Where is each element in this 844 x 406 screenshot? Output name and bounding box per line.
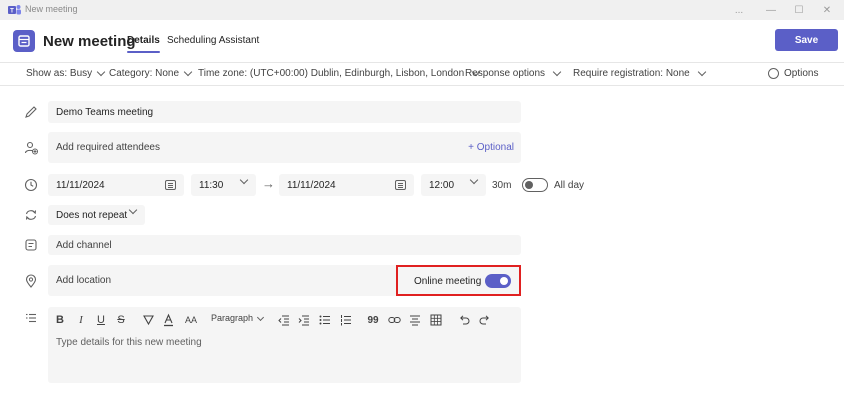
page-title: New meeting [43,33,136,50]
quote-button[interactable]: 99 [367,313,379,327]
time-zone-dropdown[interactable]: Time zone: (UTC+00:00) Dublin, Edinburgh… [198,67,481,79]
chevron-down-icon [239,175,249,185]
table-icon[interactable] [430,313,442,327]
chevron-down-icon [552,67,562,77]
more-icon[interactable]: ... [731,2,747,18]
calendar-icon [395,180,406,190]
options-button[interactable]: Options [768,68,818,79]
save-button[interactable]: Save [775,29,838,51]
gear-icon [768,68,779,79]
chevron-down-icon [256,313,265,321]
all-day-toggle[interactable] [522,178,548,192]
end-time-dropdown[interactable]: 12:00 [421,174,486,196]
link-icon[interactable] [388,313,401,327]
increase-indent-icon[interactable] [298,313,310,327]
close-button[interactable]: ✕ [819,2,835,18]
time-zone-label: Time zone: (UTC+00:00) Dublin, Edinburgh… [198,68,465,79]
start-time-dropdown[interactable]: 11:30 [191,174,256,196]
bold-button[interactable]: B [54,313,66,327]
window-title: New meeting [25,4,78,14]
align-center-icon[interactable] [409,313,421,327]
chevron-down-icon [697,67,706,77]
calendar-icon [165,180,176,190]
end-date-value: 11/11/2024 [287,179,336,191]
meeting-options-bar: Show as: Busy Category: None Time zone: … [0,62,844,86]
chevron-down-icon [128,205,138,215]
add-person-icon [24,141,38,155]
maximize-button[interactable]: ☐ [791,2,807,18]
online-meeting-label: Online meeting [414,276,482,287]
svg-text:T: T [10,9,14,15]
minimize-button[interactable]: — [763,2,779,18]
location-pin-icon [25,274,37,288]
undo-icon[interactable] [458,313,470,327]
all-day-label: All day [554,180,585,191]
clock-icon [24,178,38,192]
chevron-down-icon [96,67,106,77]
window-titlebar: T New meeting ... — ☐ ✕ [0,0,844,20]
tab-details[interactable]: Details [127,35,160,53]
calendar-icon [13,30,35,52]
text-description-icon [26,313,36,323]
chevron-down-icon [183,67,193,77]
decrease-indent-icon[interactable] [278,313,290,327]
response-options-label: Response options [465,68,546,79]
font-color-icon[interactable] [162,313,175,327]
repeat-icon [25,210,37,220]
highlight-icon[interactable] [142,313,155,327]
category-dropdown[interactable]: Category: None [109,67,193,79]
duration-label: 30m [492,180,512,191]
arrow-right-icon: → [262,176,275,191]
title-field[interactable]: Demo Teams meeting [48,101,521,123]
strikethrough-button[interactable]: S [115,313,127,327]
paragraph-label: Paragraph [211,313,254,323]
attendees-placeholder: Add required attendees [56,142,160,153]
numbered-list-icon[interactable] [340,313,352,327]
underline-button[interactable]: U [95,313,107,327]
online-meeting-toggle[interactable] [485,274,511,288]
attendees-field[interactable]: Add required attendees + Optional [48,132,521,163]
font-size-button[interactable]: AA [184,313,198,327]
start-time-value: 11:30 [199,179,224,191]
optional-attendees-link[interactable]: + Optional [468,132,514,163]
location-placeholder: Add location [56,275,112,286]
chevron-down-icon [469,175,479,185]
show-as-label: Show as: Busy [26,68,93,79]
teams-icon: T [8,5,21,15]
start-date-picker[interactable]: 11/11/2024 [48,174,184,196]
tab-scheduling-assistant[interactable]: Scheduling Assistant [167,35,259,46]
repeat-dropdown[interactable]: Does not repeat [48,205,145,225]
start-date-value: 11/11/2024 [56,179,105,191]
require-registration-dropdown[interactable]: Require registration: None [573,67,706,79]
end-date-picker[interactable]: 11/11/2024 [279,174,414,196]
repeat-value: Does not repeat [56,209,128,221]
options-label: Options [784,68,819,79]
channel-field[interactable]: Add channel [48,235,521,255]
italic-button[interactable]: I [75,313,87,327]
channel-icon [25,239,37,251]
require-registration-label: Require registration: None [573,68,690,79]
details-placeholder: Type details for this new meeting [56,337,202,348]
category-label: Category: None [109,68,180,79]
meeting-header: New meeting Details Scheduling Assistant… [0,20,844,62]
details-editor[interactable]: B I U S AA Paragraph 99 Type details for… [48,307,521,383]
end-time-value: 12:00 [429,179,455,191]
redo-icon[interactable] [479,313,491,327]
bulleted-list-icon[interactable] [319,313,331,327]
pencil-icon [25,106,37,118]
show-as-dropdown[interactable]: Show as: Busy [26,67,106,79]
response-options-dropdown[interactable]: Response options [465,67,562,79]
paragraph-dropdown[interactable]: Paragraph [211,313,265,323]
